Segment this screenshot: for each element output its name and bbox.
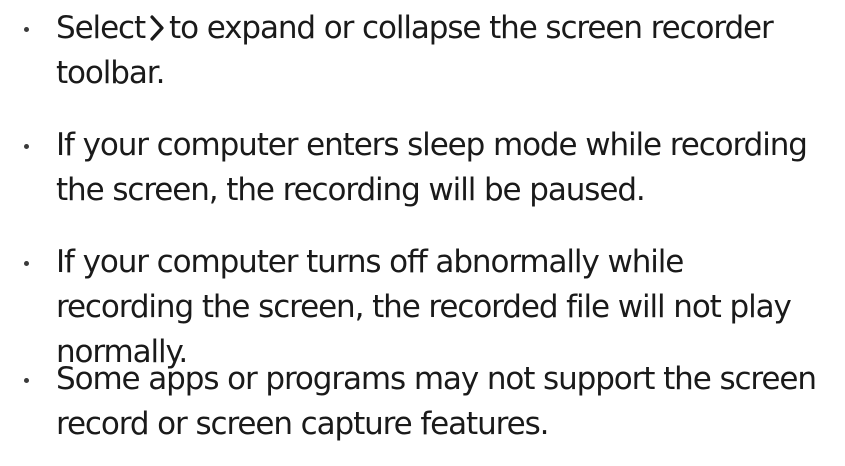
bullet-text: Some apps or programs may not support th… — [56, 357, 841, 447]
bullet-text: If your computer turns off abnormally wh… — [56, 240, 841, 375]
bullet-dot — [24, 378, 29, 383]
chevron-right-icon — [149, 9, 165, 54]
item-2-line-2: the screen, the recording will be paused… — [56, 172, 646, 208]
item-1-line-1: to expand or collapse the screen recorde… — [169, 10, 774, 46]
bullet-dot — [24, 27, 29, 32]
bullet-dot — [24, 261, 29, 266]
item-4-line-2: record or screen capture features. — [56, 406, 549, 442]
item-3-line-2: recording the screen, the recorded file … — [56, 289, 792, 325]
text-line: Select to expand or collapse the screen r… — [56, 6, 841, 51]
select-word: Select — [56, 10, 146, 46]
item-3-line-1: If your computer turns off abnormally wh… — [56, 244, 684, 280]
bullet-text: If your computer enters sleep mode while… — [56, 123, 841, 213]
item-4-line-1: Some apps or programs may not support th… — [56, 361, 817, 397]
bullet-text: Select to expand or collapse the screen r… — [56, 6, 841, 96]
item-1-line-2: toolbar. — [56, 55, 165, 91]
item-2-line-1: If your computer enters sleep mode while… — [56, 127, 808, 163]
bullet-dot — [24, 144, 29, 149]
